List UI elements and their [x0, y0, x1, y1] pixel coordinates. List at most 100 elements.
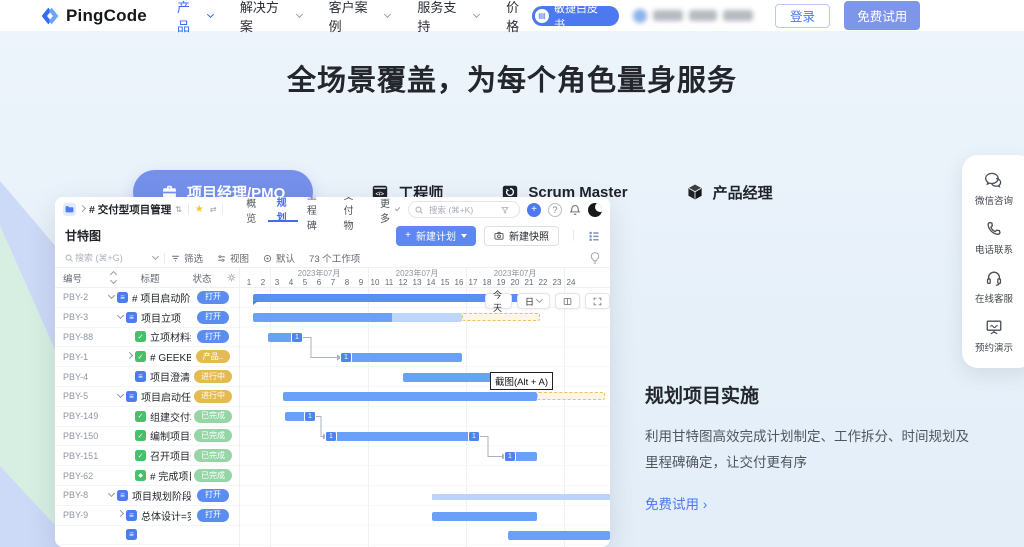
nav-item-solutions[interactable]: 解决方案 — [240, 0, 303, 35]
gantt-bar[interactable]: 1 — [340, 351, 462, 363]
view-settings-button[interactable]: 视图 — [217, 251, 249, 265]
table-row[interactable]: PBY-62# 完成项目启动阶段...已完成 — [55, 466, 239, 486]
title-column-header[interactable]: 标题 — [119, 271, 181, 285]
gantt-bar[interactable] — [508, 531, 610, 540]
app-nav-tabs: 概览 规划 里程碑 交付物 更多 — [237, 197, 408, 232]
tab-product-manager[interactable]: 产品经理 — [686, 182, 773, 203]
table-row[interactable]: PBY-149组建交付群和工作台已完成 — [55, 407, 239, 427]
book-icon: ▤ — [535, 8, 549, 23]
cube-icon — [688, 184, 702, 200]
today-button[interactable]: 今天 — [485, 290, 512, 313]
free-trial-button[interactable]: 免费试用 — [844, 1, 920, 30]
split-view-button[interactable] — [555, 293, 580, 309]
app-tab-milestone[interactable]: 里程碑 — [298, 197, 335, 232]
table-row[interactable]: PBY-8项目规划阶段打开 — [55, 486, 239, 506]
favorite-star-icon[interactable]: ★ — [195, 204, 204, 215]
default-view-button[interactable]: 默认 — [263, 251, 295, 265]
table-row[interactable]: PBY-1# GEEKBOOKS 极...产品.. — [55, 347, 239, 368]
table-row[interactable]: PBY-4项目澄清交底进行中 — [55, 367, 239, 387]
app-tab-more[interactable]: 更多 — [371, 197, 408, 225]
expand-toggle[interactable] — [116, 391, 125, 399]
demo-booking-button[interactable]: 预约演示 — [975, 318, 1013, 354]
gantt-bar[interactable]: 11 — [325, 430, 480, 442]
add-button[interactable]: + — [527, 202, 541, 217]
sort-icon[interactable] — [107, 270, 119, 285]
status-column-header[interactable]: 状态 — [181, 271, 223, 285]
expand-toggle[interactable] — [125, 351, 134, 359]
phase-icon — [117, 291, 128, 303]
nav-item-cases[interactable]: 客户案例 — [329, 0, 392, 35]
nav-menu: 产品 解决方案 客户案例 服务支持 价格 — [177, 0, 532, 35]
help-icon[interactable]: ? — [548, 202, 562, 217]
nav-item-products[interactable]: 产品 — [177, 0, 214, 35]
task-set-icon — [126, 390, 137, 402]
online-service-button[interactable]: 在线客服 — [975, 269, 1013, 305]
logo-text: PingCode — [66, 5, 147, 25]
view-title: 甘特图 — [65, 229, 102, 243]
login-button[interactable]: 登录 — [774, 3, 831, 28]
gantt-bar[interactable]: 1 — [268, 331, 303, 343]
filter-button[interactable]: 筛选 — [171, 251, 203, 265]
phone-contact-button[interactable]: 电话联系 — [975, 220, 1013, 256]
wechat-contact-button[interactable]: 微信咨询 — [975, 171, 1013, 207]
pingcode-logo[interactable]: PingCode — [40, 6, 147, 26]
table-row[interactable]: PBY-3项目立项打开 — [55, 308, 239, 328]
expand-toggle[interactable] — [116, 510, 125, 518]
gantt-bar[interactable]: 1 — [285, 410, 316, 422]
gantt-chart: 2023年07月 2023年07月 2023年07月 1 2 3 4 5 6 7 8 9 10 11… — [240, 268, 610, 547]
gantt-bar-overdue — [537, 392, 605, 400]
breadcrumb[interactable]: # 交付型项目管理 ⇅ — [63, 202, 182, 217]
camera-icon — [494, 231, 504, 240]
whitepaper-badge[interactable]: ▤ 敏捷白皮书 — [532, 3, 619, 31]
new-plan-button[interactable]: + 新建计划 — [396, 225, 476, 246]
gantt-bar[interactable] — [253, 313, 392, 322]
filter-icon — [172, 255, 179, 261]
free-trial-link[interactable]: 免费试用 › — [645, 493, 707, 513]
search-icon — [65, 254, 73, 262]
app-screenshot: # 交付型项目管理 ⇅ ★ ⇄ 概览 规划 里程碑 交付物 更多 + — [55, 197, 610, 547]
gear-icon[interactable] — [223, 273, 239, 282]
avatar[interactable] — [588, 202, 602, 217]
expand-toggle[interactable] — [107, 292, 116, 300]
fullscreen-button[interactable] — [585, 293, 610, 309]
app-tab-planning[interactable]: 规划 — [267, 197, 298, 224]
app-tab-deliverable[interactable]: 交付物 — [334, 197, 371, 232]
divider — [573, 230, 574, 241]
id-column-header[interactable]: 编号 — [63, 271, 107, 285]
expand-toggle[interactable] — [107, 490, 116, 498]
bell-icon[interactable] — [569, 204, 581, 216]
list-view-icon[interactable] — [588, 230, 600, 242]
sort-caret-icon[interactable]: ⇅ — [175, 205, 182, 214]
dependency-badge: 1 — [325, 430, 337, 442]
status-badge: 进行中 — [194, 370, 232, 384]
table-row[interactable]: PBY-88立项材料编辑打开 — [55, 328, 239, 348]
gantt-bar[interactable]: 1 — [504, 450, 537, 462]
table-row[interactable]: PBY-2# 项目启动阶段打开 — [55, 288, 239, 308]
sliders-icon — [218, 255, 225, 261]
filter-search-input[interactable] — [73, 252, 153, 264]
table-row[interactable] — [55, 526, 239, 546]
dependency-badge: 1 — [304, 410, 316, 422]
table-row[interactable]: PBY-150编制项目章程已完成 — [55, 427, 239, 447]
chevron-down-icon — [384, 10, 392, 18]
gantt-bar-remaining — [392, 313, 462, 322]
scale-select[interactable]: 日 — [516, 293, 550, 309]
app-tab-overview[interactable]: 概览 — [237, 197, 267, 225]
gantt-bar[interactable] — [283, 392, 537, 401]
table-row[interactable]: PBY-9总体设计=实施方案（...打开 — [55, 506, 239, 526]
nav-item-support[interactable]: 服务支持 — [417, 0, 481, 35]
gantt-bar[interactable] — [432, 512, 537, 521]
lightbulb-icon[interactable] — [590, 252, 600, 264]
expand-toggle[interactable] — [116, 312, 125, 320]
new-snapshot-button[interactable]: 新建快照 — [484, 225, 559, 246]
chevron-down-icon[interactable] — [151, 252, 160, 261]
table-row[interactable]: PBY-151召开项目开工会已完成 — [55, 446, 239, 467]
app-toolbar-right: + ? — [408, 201, 602, 218]
table-row[interactable]: PBY-5项目启动任命进行中 — [55, 387, 239, 407]
nav-item-pricing[interactable]: 价格 — [506, 0, 532, 35]
global-search[interactable] — [408, 201, 520, 218]
gantt-bar-summary-light[interactable] — [432, 494, 610, 500]
gantt-bar-summary[interactable] — [253, 294, 523, 305]
swap-icon[interactable]: ⇄ — [210, 205, 217, 214]
search-input[interactable] — [427, 203, 497, 216]
